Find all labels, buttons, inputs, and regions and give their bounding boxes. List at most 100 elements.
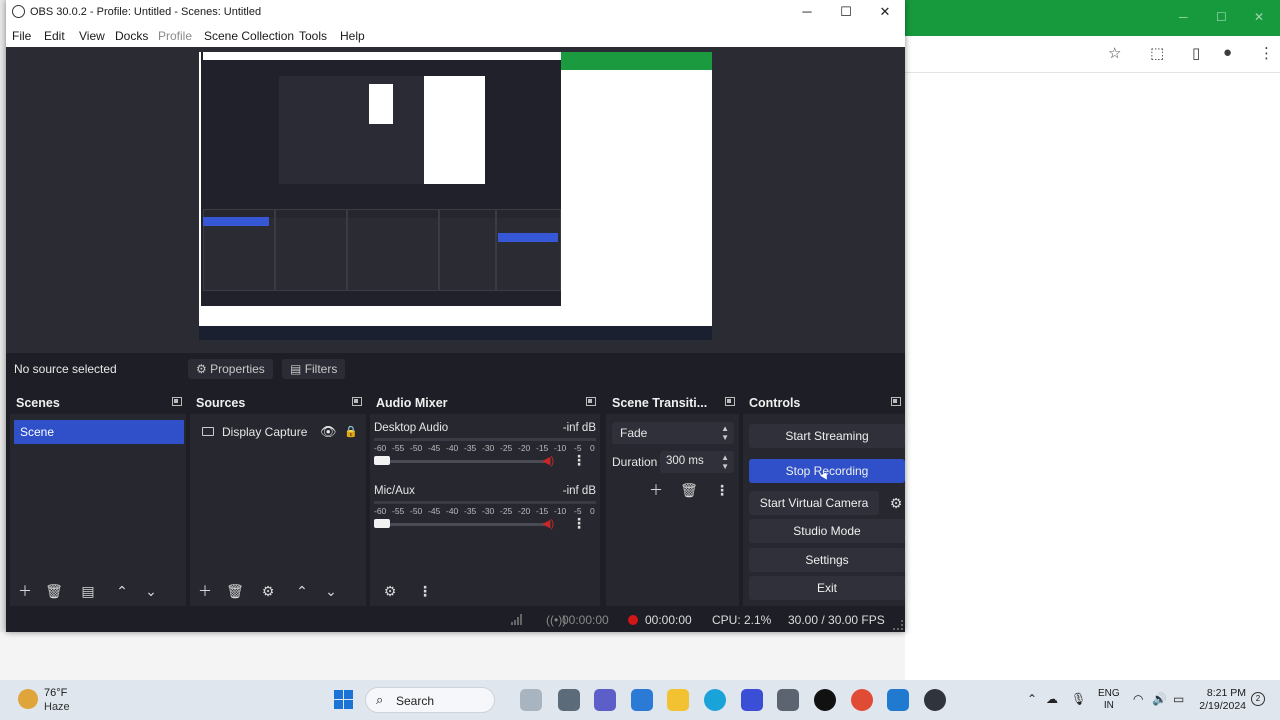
widgets-app-icon[interactable] xyxy=(520,689,542,711)
menu-tools[interactable]: Tools xyxy=(299,29,327,43)
file-explorer-icon[interactable] xyxy=(667,689,689,711)
lock-icon[interactable]: 🔒 xyxy=(344,420,358,444)
remove-source-button[interactable]: 🗑 xyxy=(225,582,245,600)
properties-button[interactable]: ⚙ Properties xyxy=(188,359,273,379)
profile-avatar-icon[interactable]: ● xyxy=(1223,44,1232,61)
minimize-button[interactable]: ─ xyxy=(792,4,822,19)
transition-menu-icon[interactable]: ⋮ xyxy=(712,481,732,499)
weather-haze-icon[interactable] xyxy=(18,689,38,709)
search-label: Search xyxy=(396,694,435,708)
weather-temperature[interactable]: 76°F xyxy=(44,687,67,699)
search-icon: ⌕ xyxy=(376,692,384,707)
menu-scene-collection[interactable]: Scene Collection xyxy=(204,29,294,43)
title-bar[interactable]: OBS 30.0.2 - Profile: Untitled - Scenes:… xyxy=(6,0,905,25)
taskbar-search[interactable]: ⌕ Search xyxy=(365,687,495,713)
show-hidden-icons-chevron-icon[interactable]: ⌃ xyxy=(1027,692,1037,706)
undock-icon[interactable] xyxy=(586,397,596,406)
add-transition-button[interactable]: ＋ xyxy=(646,481,666,499)
volume-slider[interactable] xyxy=(380,523,550,526)
microsoft-store-icon[interactable] xyxy=(631,689,653,711)
exit-button[interactable]: Exit xyxy=(749,576,905,600)
channel-name: Mic/Aux xyxy=(374,485,415,497)
menu-profile[interactable]: Profile xyxy=(158,29,192,43)
volume-icon[interactable]: 🔊 xyxy=(1152,692,1167,706)
maximize-button[interactable]: ☐ xyxy=(831,4,861,20)
close-button[interactable]: ✕ xyxy=(870,4,900,20)
microphone-icon[interactable]: 🎙 xyxy=(1071,692,1086,706)
undock-icon[interactable] xyxy=(172,397,182,406)
move-scene-down-button[interactable]: ⌄ xyxy=(141,582,161,600)
virtual-camera-settings-gear-icon[interactable]: ⚙ xyxy=(887,491,905,515)
network-signal-icon xyxy=(511,614,523,625)
cloud-icon[interactable]: ☁ xyxy=(1046,692,1058,706)
move-scene-up-button[interactable]: ⌃ xyxy=(112,582,132,600)
volume-slider[interactable] xyxy=(380,460,550,463)
visibility-eye-icon[interactable]: 👁 xyxy=(320,420,337,444)
side-panel-icon[interactable]: ▯ xyxy=(1192,44,1200,62)
settings-button[interactable]: Settings xyxy=(749,548,905,572)
app-icon[interactable] xyxy=(777,689,799,711)
source-properties-button[interactable]: ⚙ xyxy=(258,582,278,600)
extensions-icon[interactable]: ⬚ xyxy=(1150,44,1164,62)
windows-start-icon[interactable] xyxy=(334,690,354,710)
browser-menu-icon[interactable]: ⋮ xyxy=(1259,44,1274,62)
start-streaming-button[interactable]: Start Streaming xyxy=(749,424,905,448)
menu-file[interactable]: File xyxy=(12,29,31,43)
clock[interactable]: 8:21 PM 2/19/2024 xyxy=(1196,687,1246,713)
add-scene-button[interactable]: ＋ xyxy=(15,582,35,600)
app-icon[interactable] xyxy=(814,689,836,711)
muted-speaker-icon[interactable]: ◀) xyxy=(542,517,554,530)
meter-scale: -60 -55 -50 -45 -40 -35 -30 -25 -20 -15 … xyxy=(374,443,595,453)
remove-transition-button[interactable]: 🗑 xyxy=(679,481,699,499)
bookmark-star-icon[interactable]: ☆ xyxy=(1108,44,1121,62)
undock-icon[interactable] xyxy=(352,397,362,406)
notification-badge-icon[interactable]: 2 xyxy=(1251,692,1265,706)
scene-transitions-dock: Scene Transiti... Fade ▲ ▼ Duration 300 m… xyxy=(606,392,739,606)
browser-minimize-icon[interactable]: ─ xyxy=(1179,10,1188,24)
volume-slider-handle[interactable] xyxy=(374,456,390,465)
scene-filters-button[interactable]: ▤ xyxy=(78,582,98,600)
teams-chat-icon[interactable] xyxy=(594,689,616,711)
vscode-icon[interactable] xyxy=(887,689,909,711)
resize-grip-icon[interactable] xyxy=(893,620,903,630)
edge-browser-icon[interactable] xyxy=(704,689,726,711)
move-source-down-button[interactable]: ⌄ xyxy=(321,582,341,600)
browser-maximize-icon[interactable]: ☐ xyxy=(1216,10,1227,24)
preview-area[interactable] xyxy=(6,47,905,353)
mixer-menu-icon[interactable]: ⋮ xyxy=(415,582,435,600)
start-virtual-camera-button[interactable]: Start Virtual Camera xyxy=(749,491,879,515)
task-view-icon[interactable] xyxy=(558,689,580,711)
battery-icon[interactable]: ▭ xyxy=(1173,692,1184,706)
muted-speaker-icon[interactable]: ◀) xyxy=(542,454,554,467)
scene-item[interactable]: Scene xyxy=(14,420,184,444)
undock-icon[interactable] xyxy=(725,397,735,406)
wifi-icon[interactable]: ◠ xyxy=(1133,692,1143,706)
studio-mode-button[interactable]: Studio Mode xyxy=(749,519,905,543)
source-item[interactable]: Display Capture 👁 🔒 xyxy=(196,420,364,444)
menu-docks[interactable]: Docks xyxy=(115,29,148,43)
channel-menu-icon[interactable]: ⋮ xyxy=(572,515,586,532)
move-source-up-button[interactable]: ⌃ xyxy=(292,582,312,600)
volume-slider-handle[interactable] xyxy=(374,519,390,528)
channel-level: -inf dB xyxy=(562,422,596,434)
input-language[interactable]: ENG IN xyxy=(1098,688,1120,712)
browser-close-icon[interactable]: ✕ xyxy=(1254,10,1264,24)
app-icon[interactable] xyxy=(741,689,763,711)
transition-select[interactable]: Fade ▲ ▼ xyxy=(612,422,734,444)
filters-button[interactable]: ▤ Filters xyxy=(282,359,346,379)
duration-spinbox[interactable]: 300 ms ▲ ▼ xyxy=(660,451,734,473)
source-toolbar: No source selected ⚙ Properties ▤ Filter… xyxy=(6,356,905,382)
menu-help[interactable]: Help xyxy=(340,29,365,43)
advanced-audio-properties-button[interactable]: ⚙ xyxy=(380,582,400,600)
remove-scene-button[interactable]: 🗑 xyxy=(44,582,64,600)
add-source-button[interactable]: ＋ xyxy=(195,582,215,600)
obs-taskbar-icon[interactable] xyxy=(924,689,946,711)
channel-menu-icon[interactable]: ⋮ xyxy=(572,452,586,469)
undock-icon[interactable] xyxy=(891,397,901,406)
menu-view[interactable]: View xyxy=(79,29,105,43)
background-browser-window[interactable]: ─ ☐ ✕ ☆ ⬚ ▯ ● ⋮ xyxy=(905,0,1280,680)
menu-edit[interactable]: Edit xyxy=(44,29,65,43)
spin-arrows-icon[interactable]: ▲ ▼ xyxy=(721,453,729,471)
chrome-browser-icon[interactable] xyxy=(851,689,873,711)
weather-condition[interactable]: Haze xyxy=(44,701,70,713)
